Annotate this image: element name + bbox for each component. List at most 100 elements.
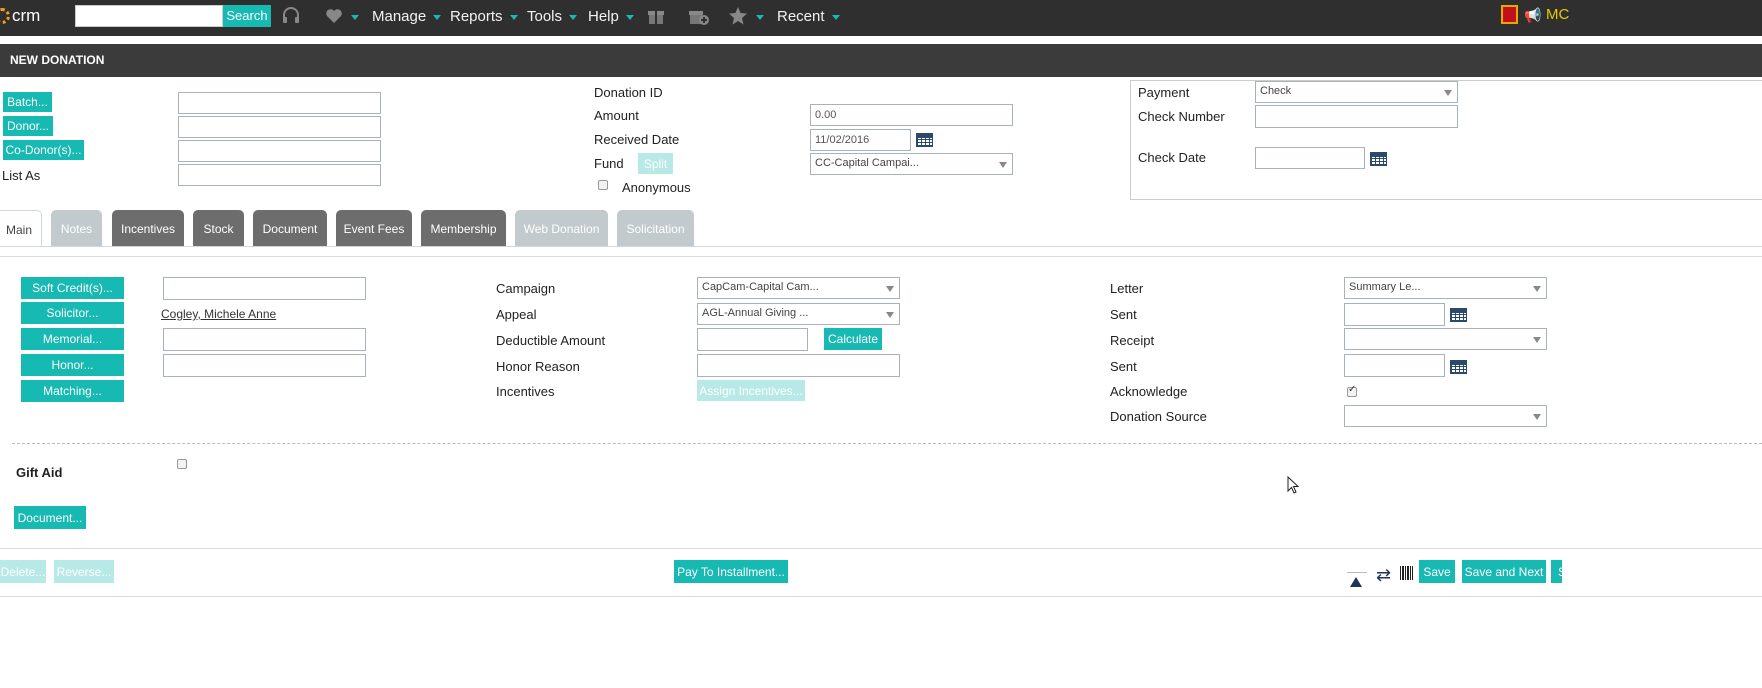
tab-document[interactable]: Document bbox=[253, 210, 327, 246]
menu-tools[interactable]: Tools bbox=[527, 8, 578, 25]
recurring-icon[interactable]: ⇄ bbox=[1376, 565, 1391, 586]
chevron-down-icon bbox=[625, 14, 634, 20]
tab-notes[interactable]: Notes bbox=[51, 210, 102, 246]
menu-help-label: Help bbox=[588, 8, 619, 25]
tab-web-donation[interactable]: Web Donation bbox=[515, 210, 608, 246]
tab-event-fees[interactable]: Event Fees bbox=[336, 210, 412, 246]
gift-aid-label: Gift Aid bbox=[16, 465, 63, 480]
solicitor-button[interactable]: Solicitor... bbox=[21, 302, 124, 324]
memorial-field[interactable] bbox=[163, 328, 366, 351]
global-search-input[interactable] bbox=[75, 5, 223, 27]
batch-field[interactable] bbox=[178, 92, 381, 114]
receipt-select[interactable] bbox=[1344, 328, 1547, 350]
receipt-sent-date-field[interactable] bbox=[1344, 354, 1445, 377]
payment-label: Payment bbox=[1138, 85, 1190, 100]
acknowledge-checkbox[interactable] bbox=[1347, 384, 1357, 397]
check-date-label: Check Date bbox=[1138, 150, 1206, 165]
star-icon[interactable] bbox=[728, 6, 748, 31]
search-button[interactable]: Search bbox=[223, 5, 271, 27]
amount-label: Amount bbox=[594, 108, 639, 123]
solicitor-link[interactable]: Cogley, Michele Anne bbox=[161, 307, 276, 321]
receipt-label: Receipt bbox=[1110, 333, 1155, 348]
split-button[interactable]: Split bbox=[638, 153, 673, 174]
matching-button[interactable]: Matching... bbox=[21, 380, 124, 402]
anonymous-checkbox[interactable] bbox=[598, 180, 608, 190]
honor-button[interactable]: Honor... bbox=[21, 354, 124, 376]
list-as-field[interactable] bbox=[178, 164, 381, 186]
star-dropdown-icon[interactable] bbox=[756, 15, 764, 20]
appeal-select[interactable]: AGL-Annual Giving ... bbox=[697, 303, 900, 325]
soft-credits-button[interactable]: Soft Credit(s)... bbox=[21, 277, 124, 299]
campaign-select-value: CapCam-Capital Cam... bbox=[702, 281, 819, 293]
appeal-label: Appeal bbox=[496, 307, 537, 322]
headset-icon[interactable] bbox=[281, 6, 301, 31]
user-menu[interactable]: MC bbox=[1546, 6, 1569, 23]
calculate-button[interactable]: Calculate bbox=[824, 328, 882, 350]
check-number-field[interactable] bbox=[1255, 105, 1458, 128]
save-and-next-button[interactable]: Save and Next bbox=[1462, 560, 1546, 583]
tab-solicitation[interactable]: Solicitation bbox=[617, 210, 694, 246]
document-button[interactable]: Document... bbox=[14, 506, 86, 529]
calendar-icon[interactable] bbox=[1450, 358, 1467, 374]
donation-source-select[interactable] bbox=[1344, 405, 1547, 427]
chevron-down-icon bbox=[886, 286, 894, 292]
assign-incentives-button[interactable]: Assign Incentives... bbox=[697, 380, 805, 401]
calendar-icon[interactable] bbox=[1370, 150, 1387, 166]
tab-main[interactable]: Main bbox=[0, 210, 42, 247]
amount-field[interactable] bbox=[810, 104, 1013, 126]
chevron-down-icon bbox=[569, 14, 578, 20]
check-date-field[interactable] bbox=[1255, 147, 1365, 169]
favorites-dropdown-icon[interactable] bbox=[351, 15, 359, 20]
chevron-down-icon bbox=[1533, 414, 1541, 420]
chevron-down-icon bbox=[1533, 337, 1541, 343]
barcode-icon[interactable] bbox=[1400, 566, 1413, 580]
page-title: NEW DONATION bbox=[10, 53, 105, 67]
tab-incentives[interactable]: Incentives bbox=[112, 210, 184, 246]
codonor-field[interactable] bbox=[178, 140, 381, 162]
payment-select[interactable]: Check bbox=[1255, 81, 1458, 103]
gift-icon[interactable] bbox=[646, 6, 666, 31]
menu-reports[interactable]: Reports bbox=[450, 8, 518, 25]
honor-reason-field[interactable] bbox=[697, 354, 900, 377]
delete-button[interactable]: Delete... bbox=[0, 560, 46, 583]
received-date-field[interactable] bbox=[810, 129, 911, 151]
tabs-divider bbox=[0, 246, 1762, 247]
check-number-label: Check Number bbox=[1138, 109, 1225, 124]
menu-recent[interactable]: Recent bbox=[777, 8, 840, 25]
menu-tools-label: Tools bbox=[527, 8, 563, 25]
letter-sent-date-field[interactable] bbox=[1344, 303, 1445, 326]
batch-button[interactable]: Batch... bbox=[3, 92, 52, 112]
deductible-amount-field[interactable] bbox=[697, 328, 808, 351]
chevron-down-icon bbox=[509, 14, 518, 20]
scroll-up-icon[interactable] bbox=[1350, 577, 1362, 587]
codonor-button[interactable]: Co-Donor(s)... bbox=[3, 140, 84, 160]
gift-add-icon[interactable] bbox=[688, 6, 710, 31]
honor-field[interactable] bbox=[163, 354, 366, 377]
menu-recent-label: Recent bbox=[777, 8, 825, 25]
soft-credits-field[interactable] bbox=[163, 277, 366, 300]
donor-button[interactable]: Donor... bbox=[3, 116, 53, 136]
chevron-down-icon bbox=[831, 14, 840, 20]
heart-icon[interactable] bbox=[324, 6, 344, 31]
menu-help[interactable]: Help bbox=[588, 8, 634, 25]
tab-stock[interactable]: Stock bbox=[193, 210, 244, 246]
fund-select[interactable]: CC-Capital Campai... bbox=[810, 153, 1013, 175]
save-button[interactable]: Save bbox=[1419, 560, 1455, 583]
letter-select[interactable]: Summary Le... bbox=[1344, 277, 1547, 299]
letter-label: Letter bbox=[1110, 281, 1144, 296]
save-and-close-button[interactable]: Sa bbox=[1551, 560, 1562, 583]
gift-aid-checkbox[interactable] bbox=[177, 459, 187, 469]
pay-to-installment-button[interactable]: Pay To Installment... bbox=[674, 560, 788, 583]
donor-field[interactable] bbox=[178, 116, 381, 138]
appeal-select-value: AGL-Annual Giving ... bbox=[702, 307, 809, 319]
megaphone-icon[interactable]: 📢 bbox=[1524, 7, 1541, 24]
reverse-button[interactable]: Reverse... bbox=[54, 560, 114, 583]
notification-icon[interactable] bbox=[1501, 5, 1518, 24]
menu-manage[interactable]: Manage bbox=[372, 8, 442, 25]
campaign-select[interactable]: CapCam-Capital Cam... bbox=[697, 277, 900, 299]
memorial-button[interactable]: Memorial... bbox=[21, 328, 124, 350]
chevron-down-icon bbox=[1444, 90, 1452, 96]
tab-membership[interactable]: Membership bbox=[421, 210, 506, 246]
calendar-icon[interactable] bbox=[1450, 306, 1467, 322]
calendar-icon[interactable] bbox=[916, 131, 933, 147]
